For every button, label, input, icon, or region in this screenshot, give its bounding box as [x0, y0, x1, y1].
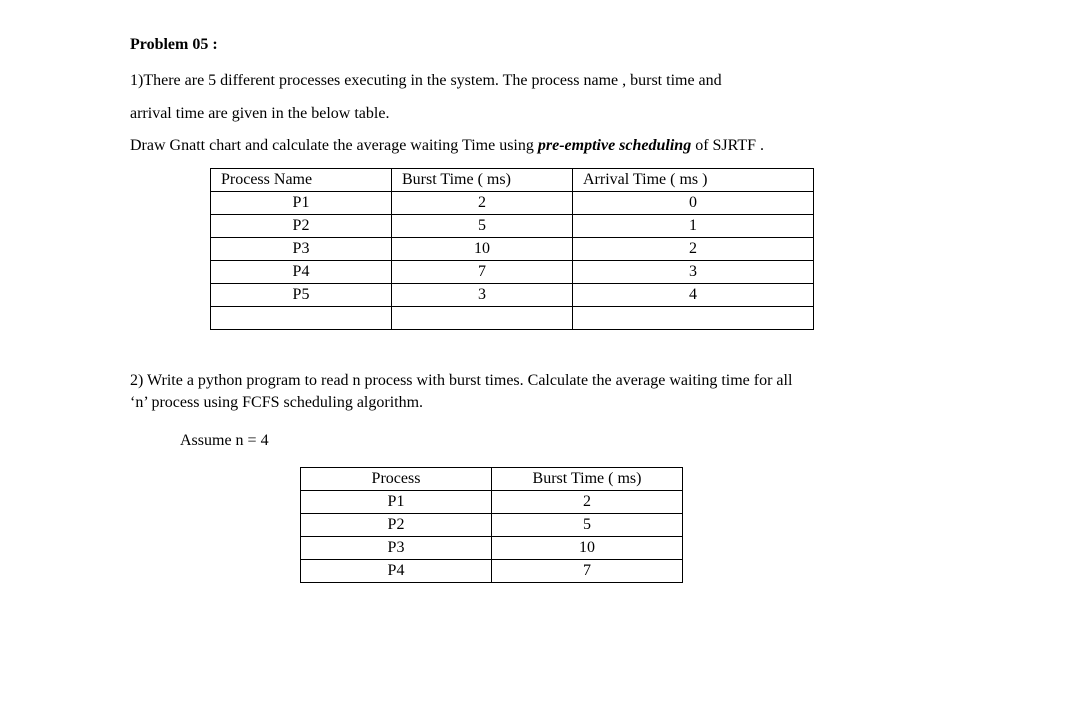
cell-arrival: 4 — [573, 283, 814, 306]
process-table-1: Process Name Burst Time ( ms) Arrival Ti… — [210, 168, 814, 330]
table-row: P1 2 0 — [211, 191, 814, 214]
assume-text: Assume n = 4 — [180, 426, 950, 456]
cell-arrival — [573, 306, 814, 329]
cell-burst: 7 — [392, 260, 573, 283]
cell-arrival: 0 — [573, 191, 814, 214]
cell-process: P4 — [301, 559, 492, 582]
table-row: P3 10 2 — [211, 237, 814, 260]
q1-text-line3-emph: pre-emptive scheduling — [538, 137, 691, 154]
q1-text-line3-part1: Draw Gnatt chart and calculate the avera… — [130, 137, 538, 154]
q2-text-line1: 2) Write a python program to read n proc… — [130, 370, 950, 392]
header-burst-time: Burst Time ( ms) — [492, 467, 683, 490]
cell-burst — [392, 306, 573, 329]
q1-text-line2: arrival time are given in the below tabl… — [130, 99, 950, 129]
table-header-row: Process Name Burst Time ( ms) Arrival Ti… — [211, 168, 814, 191]
table-row: P1 2 — [301, 490, 683, 513]
table-row: P2 5 1 — [211, 214, 814, 237]
table-row: P2 5 — [301, 513, 683, 536]
cell-process: P5 — [211, 283, 392, 306]
table-header-row: Process Burst Time ( ms) — [301, 467, 683, 490]
cell-process: P4 — [211, 260, 392, 283]
cell-burst: 2 — [392, 191, 573, 214]
q1-text-line3-part3: of SJRTF . — [691, 137, 764, 154]
table-row: P3 10 — [301, 536, 683, 559]
table-row — [211, 306, 814, 329]
cell-process: P2 — [301, 513, 492, 536]
cell-process: P2 — [211, 214, 392, 237]
table-row: P4 7 3 — [211, 260, 814, 283]
cell-process — [211, 306, 392, 329]
problem-heading: Problem 05 : — [130, 30, 950, 60]
q1-text-line3: Draw Gnatt chart and calculate the avera… — [130, 131, 950, 161]
table-row: P4 7 — [301, 559, 683, 582]
cell-burst: 3 — [392, 283, 573, 306]
cell-arrival: 2 — [573, 237, 814, 260]
cell-process: P3 — [211, 237, 392, 260]
cell-burst: 10 — [392, 237, 573, 260]
q1-text-line1: 1)There are 5 different processes execut… — [130, 66, 950, 96]
cell-process: P3 — [301, 536, 492, 559]
cell-burst: 2 — [492, 490, 683, 513]
header-process-name: Process Name — [211, 168, 392, 191]
cell-process: P1 — [301, 490, 492, 513]
cell-process: P1 — [211, 191, 392, 214]
header-process: Process — [301, 467, 492, 490]
cell-burst: 5 — [392, 214, 573, 237]
q2-text-line2: ‘n’ process using FCFS scheduling algori… — [130, 392, 950, 414]
header-burst-time: Burst Time ( ms) — [392, 168, 573, 191]
cell-arrival: 1 — [573, 214, 814, 237]
cell-burst: 10 — [492, 536, 683, 559]
table-row: P5 3 4 — [211, 283, 814, 306]
q2-text: 2) Write a python program to read n proc… — [130, 370, 950, 415]
header-arrival-time: Arrival Time ( ms ) — [573, 168, 814, 191]
cell-burst: 5 — [492, 513, 683, 536]
cell-burst: 7 — [492, 559, 683, 582]
process-table-2: Process Burst Time ( ms) P1 2 P2 5 P3 10… — [300, 467, 683, 583]
cell-arrival: 3 — [573, 260, 814, 283]
